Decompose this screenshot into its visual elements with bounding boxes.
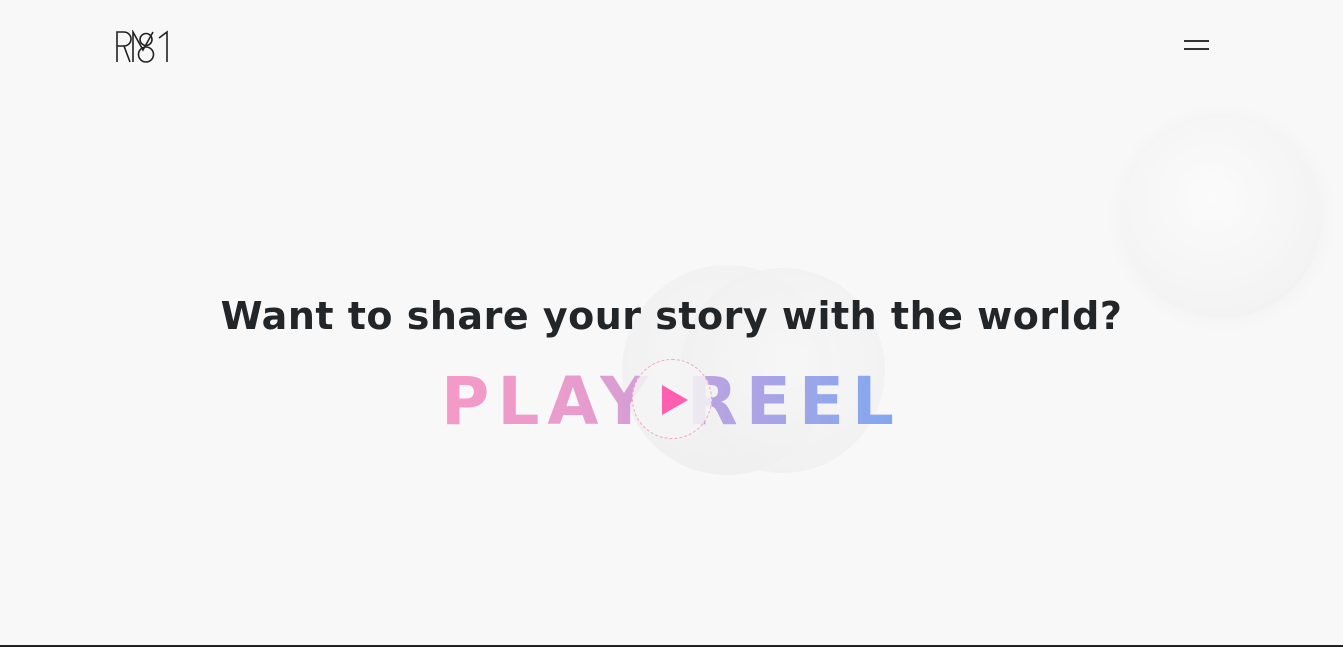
site-header	[0, 0, 1343, 95]
decorative-bubble	[1122, 118, 1322, 318]
play-icon	[662, 385, 688, 415]
site-logo[interactable]	[115, 28, 175, 64]
hamburger-icon	[1184, 40, 1209, 42]
play-button[interactable]	[632, 359, 712, 439]
menu-button[interactable]	[1178, 34, 1216, 58]
hamburger-icon-line	[1184, 48, 1209, 50]
hero-headline: Want to share your story with the world?	[220, 294, 1123, 338]
rm81-logo-icon	[116, 28, 168, 63]
